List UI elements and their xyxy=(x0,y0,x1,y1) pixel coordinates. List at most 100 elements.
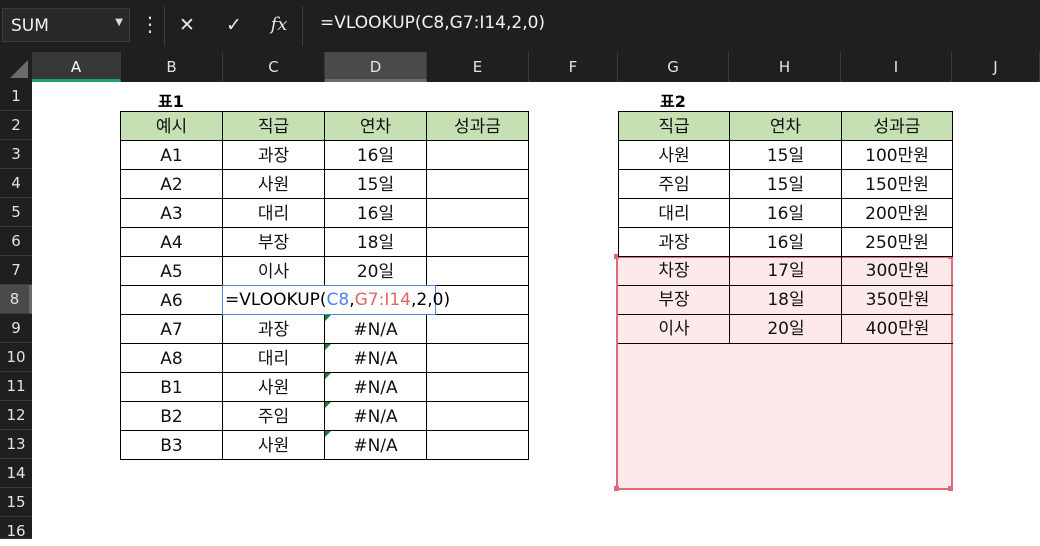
table1-cell[interactable]: 20일 xyxy=(324,256,427,286)
row-header-2[interactable]: 2 xyxy=(0,111,32,140)
table2-cell[interactable]: 주임 xyxy=(618,169,730,199)
row-header-11[interactable]: 11 xyxy=(0,372,32,401)
table1-cell[interactable]: 과장 xyxy=(222,140,325,170)
table1-cell[interactable]: B1 xyxy=(120,372,223,402)
column-header-a[interactable]: A xyxy=(32,52,121,82)
row-header-14[interactable]: 14 xyxy=(0,459,32,488)
table1-cell[interactable]: #N/A xyxy=(324,314,427,344)
table1-header-cell[interactable]: 연차 xyxy=(324,111,427,141)
table2-cell[interactable]: 350만원 xyxy=(841,285,953,315)
worksheet-grid[interactable]: 표1 표2 예시 직급 연차 성과금 A1 과장 16일 A2 사원 15일 A3 대리 16일 A4 부장… xyxy=(32,82,1040,539)
error-indicator-icon[interactable] xyxy=(325,315,331,321)
table1-cell[interactable]: B2 xyxy=(120,401,223,431)
row-header-6[interactable]: 6 xyxy=(0,227,32,256)
error-indicator-icon[interactable] xyxy=(325,431,331,437)
chevron-down-icon[interactable]: ▼ xyxy=(115,17,123,28)
range-handle[interactable] xyxy=(614,486,619,491)
error-indicator-icon[interactable] xyxy=(325,402,331,408)
cancel-icon[interactable]: ✕ xyxy=(170,10,204,40)
table1-cell[interactable]: #N/A xyxy=(324,430,427,460)
column-header-h[interactable]: H xyxy=(729,52,841,82)
table2-cell[interactable]: 18일 xyxy=(729,285,842,315)
range-handle[interactable] xyxy=(948,486,953,491)
select-all-corner[interactable] xyxy=(0,52,32,82)
table1-cell[interactable]: 주임 xyxy=(222,401,325,431)
table1-cell[interactable] xyxy=(426,256,529,286)
row-header-7[interactable]: 7 xyxy=(0,256,32,285)
table1-cell[interactable]: A6 xyxy=(120,285,223,315)
table1-header-cell[interactable]: 성과금 xyxy=(426,111,529,141)
table2-cell[interactable]: 부장 xyxy=(618,285,730,315)
table1-cell[interactable] xyxy=(426,401,529,431)
table2-cell[interactable]: 차장 xyxy=(618,256,730,286)
table1-cell[interactable] xyxy=(426,314,529,344)
table1-cell[interactable] xyxy=(426,169,529,199)
table1-cell[interactable]: 사원 xyxy=(222,169,325,199)
table1-cell[interactable]: A5 xyxy=(120,256,223,286)
row-header-13[interactable]: 13 xyxy=(0,430,32,459)
row-header-4[interactable]: 4 xyxy=(0,169,32,198)
insert-function-icon[interactable]: fx xyxy=(262,10,296,40)
column-header-e[interactable]: E xyxy=(427,52,529,82)
row-header-8[interactable]: 8 xyxy=(0,285,32,314)
formula-input[interactable]: =VLOOKUP(C8,G7:I14,2,0) xyxy=(320,13,545,33)
table1-cell[interactable]: #N/A xyxy=(324,343,427,373)
row-header-12[interactable]: 12 xyxy=(0,401,32,430)
table1-cell[interactable] xyxy=(426,140,529,170)
table2-cell[interactable]: 16일 xyxy=(729,227,842,257)
table2-cell[interactable]: 대리 xyxy=(618,198,730,228)
table2-cell[interactable]: 15일 xyxy=(729,169,842,199)
cell-editor[interactable]: =VLOOKUP(C8,G7:I14,2,0) xyxy=(222,285,450,315)
row-header-15[interactable]: 15 xyxy=(0,488,32,517)
name-box[interactable]: SUM ▼ xyxy=(2,8,130,42)
table2-cell[interactable]: 16일 xyxy=(729,198,842,228)
table1-cell[interactable]: 16일 xyxy=(324,140,427,170)
table1-cell[interactable] xyxy=(426,430,529,460)
error-indicator-icon[interactable] xyxy=(325,344,331,350)
table2-cell[interactable]: 이사 xyxy=(618,314,730,344)
row-header-3[interactable]: 3 xyxy=(0,140,32,169)
table1-cell[interactable] xyxy=(426,227,529,257)
table2-cell[interactable]: 17일 xyxy=(729,256,842,286)
table1-cell[interactable] xyxy=(426,372,529,402)
table1-cell[interactable]: B3 xyxy=(120,430,223,460)
row-header-16[interactable]: 16 xyxy=(0,517,32,540)
table2-header-cell[interactable]: 직급 xyxy=(618,111,730,141)
table2-cell[interactable]: 400만원 xyxy=(841,314,953,344)
column-header-i[interactable]: I xyxy=(841,52,952,82)
table1-header-cell[interactable]: 직급 xyxy=(222,111,325,141)
column-header-d[interactable]: D xyxy=(325,52,427,82)
table1-cell[interactable]: A4 xyxy=(120,227,223,257)
table2-cell[interactable]: 100만원 xyxy=(841,140,953,170)
table2-header-cell[interactable]: 성과금 xyxy=(841,111,953,141)
table1-cell[interactable]: 대리 xyxy=(222,198,325,228)
table1-cell[interactable]: #N/A xyxy=(324,372,427,402)
table1-cell[interactable] xyxy=(426,198,529,228)
table1-cell[interactable]: #N/A xyxy=(324,401,427,431)
table1-cell[interactable]: A2 xyxy=(120,169,223,199)
table2-cell[interactable]: 300만원 xyxy=(841,256,953,286)
table1-cell[interactable]: A1 xyxy=(120,140,223,170)
table1-cell[interactable]: A7 xyxy=(120,314,223,344)
column-header-j[interactable]: J xyxy=(952,52,1040,82)
table1-cell[interactable]: 18일 xyxy=(324,227,427,257)
table2-header-cell[interactable]: 연차 xyxy=(729,111,842,141)
enter-icon[interactable]: ✓ xyxy=(217,10,251,40)
table1-cell[interactable]: 16일 xyxy=(324,198,427,228)
row-header-1[interactable]: 1 xyxy=(0,82,32,111)
table1-cell[interactable]: 이사 xyxy=(222,256,325,286)
row-header-9[interactable]: 9 xyxy=(0,314,32,343)
table1-cell[interactable]: 부장 xyxy=(222,227,325,257)
column-header-f[interactable]: F xyxy=(529,52,618,82)
table1-cell[interactable]: 15일 xyxy=(324,169,427,199)
row-header-10[interactable]: 10 xyxy=(0,343,32,372)
column-header-g[interactable]: G xyxy=(618,52,729,82)
error-indicator-icon[interactable] xyxy=(325,373,331,379)
table2-cell[interactable]: 과장 xyxy=(618,227,730,257)
table1-cell[interactable]: 사원 xyxy=(222,372,325,402)
table1-header-cell[interactable]: 예시 xyxy=(120,111,223,141)
table2-cell[interactable]: 15일 xyxy=(729,140,842,170)
table1-cell[interactable]: 사원 xyxy=(222,430,325,460)
table1-cell[interactable]: 과장 xyxy=(222,314,325,344)
row-header-5[interactable]: 5 xyxy=(0,198,32,227)
